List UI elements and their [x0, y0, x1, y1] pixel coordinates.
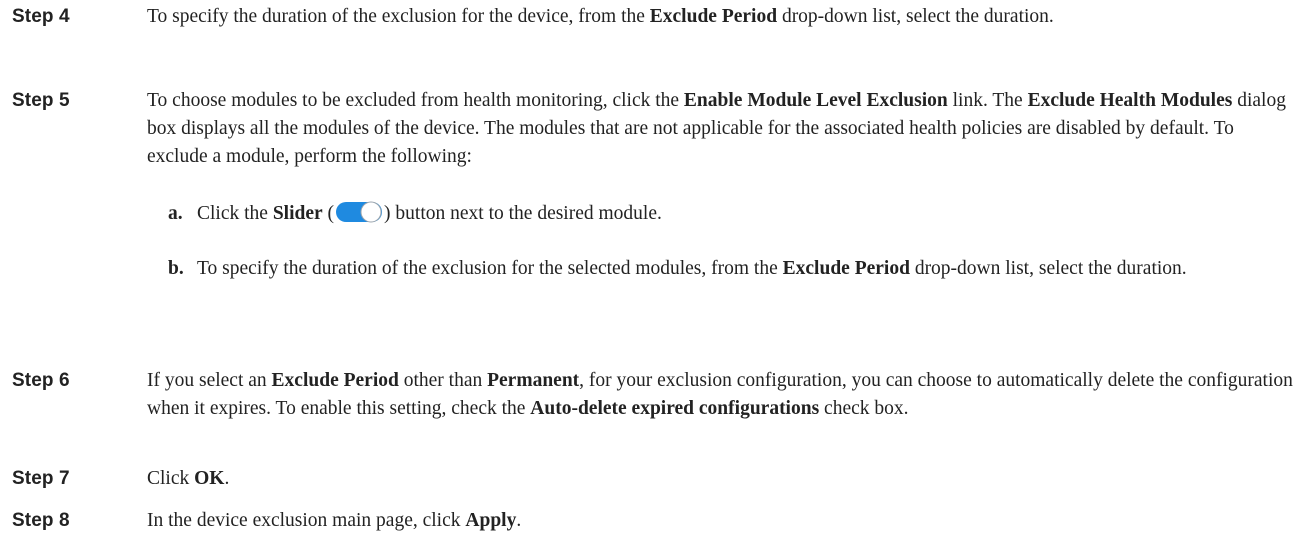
step-text: Click OK. [147, 465, 1297, 493]
bold-term: Apply [465, 510, 517, 531]
step-text: To choose modules to be excluded from he… [147, 87, 1297, 171]
text-run: link. The [947, 90, 1028, 111]
bold-term: Slider [272, 203, 323, 224]
bold-term: Exclude Period [649, 6, 778, 27]
bold-term: OK [194, 468, 225, 489]
substep-letter: b. [168, 258, 184, 279]
text-run: ) button next to the desired module. [384, 203, 662, 224]
step-label: Step 7 [12, 468, 70, 489]
text-run: check box. [819, 398, 909, 419]
text-run: To specify the duration of the exclusion… [147, 6, 650, 27]
substep-letter: a. [168, 203, 183, 224]
text-run: . [224, 468, 230, 489]
step-text: To specify the duration of the exclusion… [147, 3, 1297, 31]
step-label: Step 5 [12, 90, 70, 111]
substep-text: Click the Slider ( ) button next to the d… [197, 200, 1297, 228]
text-run: In the device exclusion main page, click [147, 510, 466, 531]
text-run: To specify the duration of the exclusion… [197, 258, 783, 279]
bold-term: Permanent [487, 370, 580, 391]
substep-text: To specify the duration of the exclusion… [197, 255, 1297, 283]
document-page: { "steps": [ { "label": "Step 4", "runs"… [0, 0, 1308, 537]
step-label: Step 4 [12, 6, 70, 27]
step-label: Step 8 [12, 510, 70, 531]
step-text: If you select an Exclude Period other th… [147, 367, 1297, 423]
text-run: drop-down list, select the duration. [777, 6, 1054, 27]
text-run: Click the [197, 203, 273, 224]
bold-term: Exclude Period [271, 370, 399, 391]
text-run: If you select an [147, 370, 272, 391]
bold-term: Enable Module Level Exclusion [683, 90, 948, 111]
text-run: other than [398, 370, 488, 391]
text-run: ( [322, 203, 335, 224]
step-label: Step 6 [12, 370, 70, 391]
text-run: Click [147, 468, 195, 489]
text-run: drop-down list, select the duration. [909, 258, 1187, 279]
slider-toggle-icon [336, 201, 383, 223]
text-run: To choose modules to be excluded from he… [147, 90, 684, 111]
text-run: . [516, 510, 522, 531]
bold-term: Auto-delete expired configurations [530, 398, 820, 419]
bold-term: Exclude Period [782, 258, 910, 279]
step-text: In the device exclusion main page, click… [147, 507, 1297, 535]
bold-term: Exclude Health Modules [1027, 90, 1233, 111]
